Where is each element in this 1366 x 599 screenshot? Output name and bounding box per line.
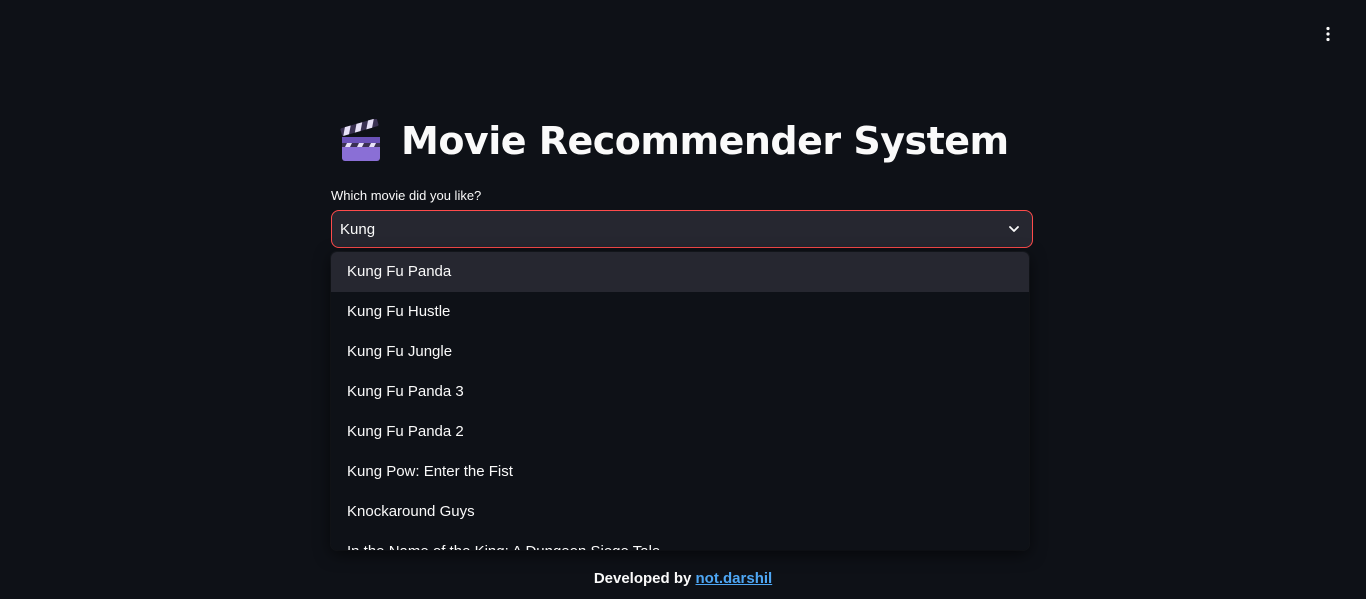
movie-select-input[interactable] [340,220,1006,238]
app-root: Movie Recommender System Which movie did… [0,0,1366,599]
page-title: Movie Recommender System [401,119,1009,163]
kebab-menu-icon [1326,26,1330,42]
page-header: Movie Recommender System [339,112,1035,170]
movie-select[interactable] [331,210,1033,248]
dropdown-option[interactable]: Kung Fu Panda 3 [331,372,1029,412]
dropdown-option[interactable]: Kung Fu Panda 2 [331,412,1029,452]
clapper-board-icon [340,119,380,161]
main-content: Movie Recommender System Which movie did… [331,112,1035,248]
movie-select-label: Which movie did you like? [331,188,482,203]
movie-options-dropdown: Kung Fu Panda Kung Fu Hustle Kung Fu Jun… [331,252,1029,550]
footer-prefix: Developed by [593,570,692,587]
dropdown-option[interactable]: Kung Pow: Enter the Fist [331,452,1029,492]
chevron-down-icon[interactable] [1006,221,1022,237]
dropdown-option[interactable]: In the Name of the King: A Dungeon Siege… [331,532,1029,550]
developer-link[interactable]: not.darshil [696,570,773,587]
footer: Developed by not.darshil [0,570,1366,587]
dropdown-option[interactable]: Knockaround Guys [331,492,1029,532]
main-menu-button[interactable] [1314,22,1342,46]
dropdown-option[interactable]: Kung Fu Hustle [331,292,1029,332]
dropdown-option[interactable]: Kung Fu Jungle [331,332,1029,372]
dropdown-option[interactable]: Kung Fu Panda [331,252,1029,292]
